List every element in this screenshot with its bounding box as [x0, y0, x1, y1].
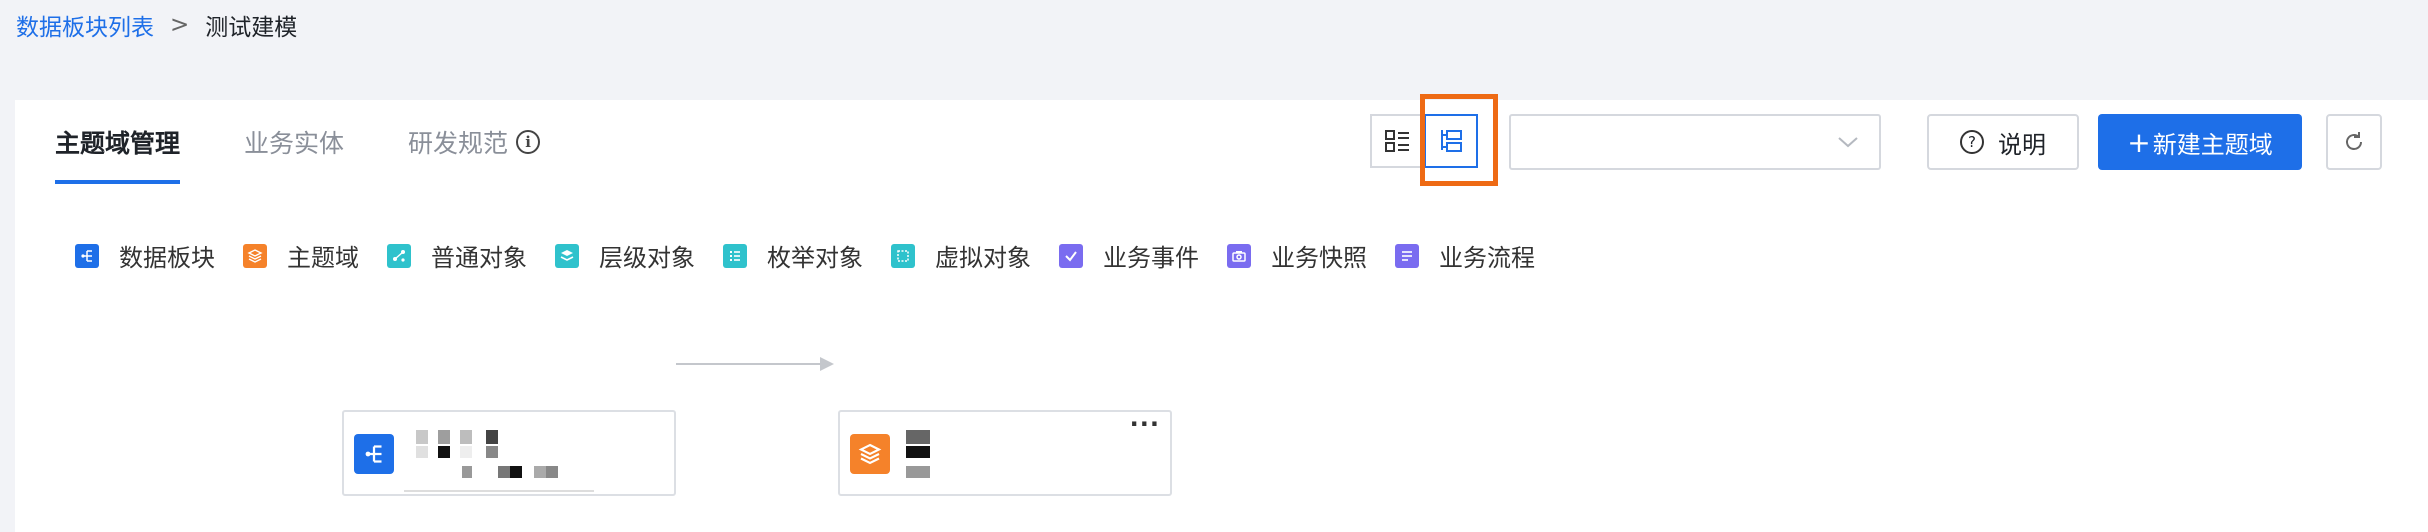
legend-item-enum-object: 枚举对象: [723, 238, 863, 273]
breadcrumb-current: 测试建模: [205, 15, 298, 41]
data-plate-icon: [354, 434, 394, 474]
normal-object-icon: [387, 243, 411, 268]
business-event-icon: [1059, 243, 1083, 268]
legend-label: 业务事件: [1103, 244, 1199, 272]
more-menu-icon[interactable]: ···: [1130, 410, 1160, 438]
tab-label: 主题域管理: [55, 129, 181, 158]
tab-label: 业务实体: [244, 129, 345, 158]
new-subject-domain-button[interactable]: + 新建主题域: [2098, 114, 2302, 170]
legend-label: 枚举对象: [767, 244, 863, 272]
subject-domain-icon: [850, 434, 890, 474]
tab-label: 研发规范: [408, 129, 509, 158]
data-plate-icon: [75, 243, 99, 268]
subject-domain-icon: [243, 243, 267, 268]
graph-edge: [676, 357, 834, 371]
legend-label: 数据板块: [119, 244, 215, 272]
legend-label: 业务快照: [1271, 244, 1367, 272]
legend: 数据板块 主题域 普通对象 层级对象 枚举对象 虚拟对象 业务事件 业务快照 业…: [75, 238, 1563, 273]
legend-label: 普通对象: [431, 244, 527, 272]
view-toggle: [1370, 114, 1478, 168]
legend-label: 主题域: [287, 244, 359, 272]
graph-node-subject-domain[interactable]: ···: [838, 410, 1172, 496]
legend-item-hierarchy-object: 层级对象: [555, 238, 695, 273]
business-process-icon: [1395, 243, 1419, 268]
legend-label: 层级对象: [599, 244, 695, 272]
legend-label: 业务流程: [1439, 244, 1535, 272]
list-view-icon: [1385, 130, 1409, 152]
business-snapshot-icon: [1227, 243, 1251, 268]
legend-item-business-snapshot: 业务快照: [1227, 238, 1367, 273]
tab-bar: 主题域管理 业务实体 研发规范 i: [55, 100, 604, 184]
tree-view-icon: [1441, 130, 1462, 152]
help-label: 说明: [1998, 130, 2046, 159]
tab-business-entity[interactable]: 业务实体: [244, 100, 344, 184]
new-label: 新建主题域: [2152, 130, 2273, 159]
refresh-icon: [2346, 132, 2362, 150]
breadcrumb-separator: >: [170, 12, 190, 38]
breadcrumb-parent-link[interactable]: 数据板块列表: [16, 8, 154, 42]
legend-item-virtual-object: 虚拟对象: [891, 238, 1031, 273]
info-icon[interactable]: i: [516, 130, 541, 154]
tree-view-button[interactable]: [1424, 114, 1478, 168]
enum-object-icon: [723, 243, 747, 268]
graph-node-data-plate[interactable]: [342, 410, 676, 496]
question-icon: ?: [1960, 130, 1984, 154]
tab-dev-standards[interactable]: 研发规范 i: [408, 100, 541, 184]
tab-subject-domain[interactable]: 主题域管理: [55, 100, 181, 184]
virtual-object-icon: [891, 243, 915, 268]
hierarchy-object-icon: [555, 243, 579, 268]
list-view-button[interactable]: [1370, 114, 1424, 168]
legend-item-normal-object: 普通对象: [387, 238, 527, 273]
legend-item-data-plate: 数据板块: [75, 238, 215, 273]
refresh-button[interactable]: [2326, 114, 2382, 170]
chevron-down-icon: [1838, 137, 1858, 148]
help-button[interactable]: ? 说明: [1927, 114, 2079, 170]
legend-item-business-event: 业务事件: [1059, 238, 1199, 273]
legend-label: 虚拟对象: [935, 244, 1031, 272]
breadcrumb: 数据板块列表 > 测试建模: [16, 8, 297, 42]
plus-icon: +: [2127, 125, 2151, 159]
domain-select[interactable]: [1509, 114, 1881, 170]
legend-item-business-process: 业务流程: [1395, 238, 1535, 273]
legend-item-subject-domain: 主题域: [243, 238, 359, 273]
